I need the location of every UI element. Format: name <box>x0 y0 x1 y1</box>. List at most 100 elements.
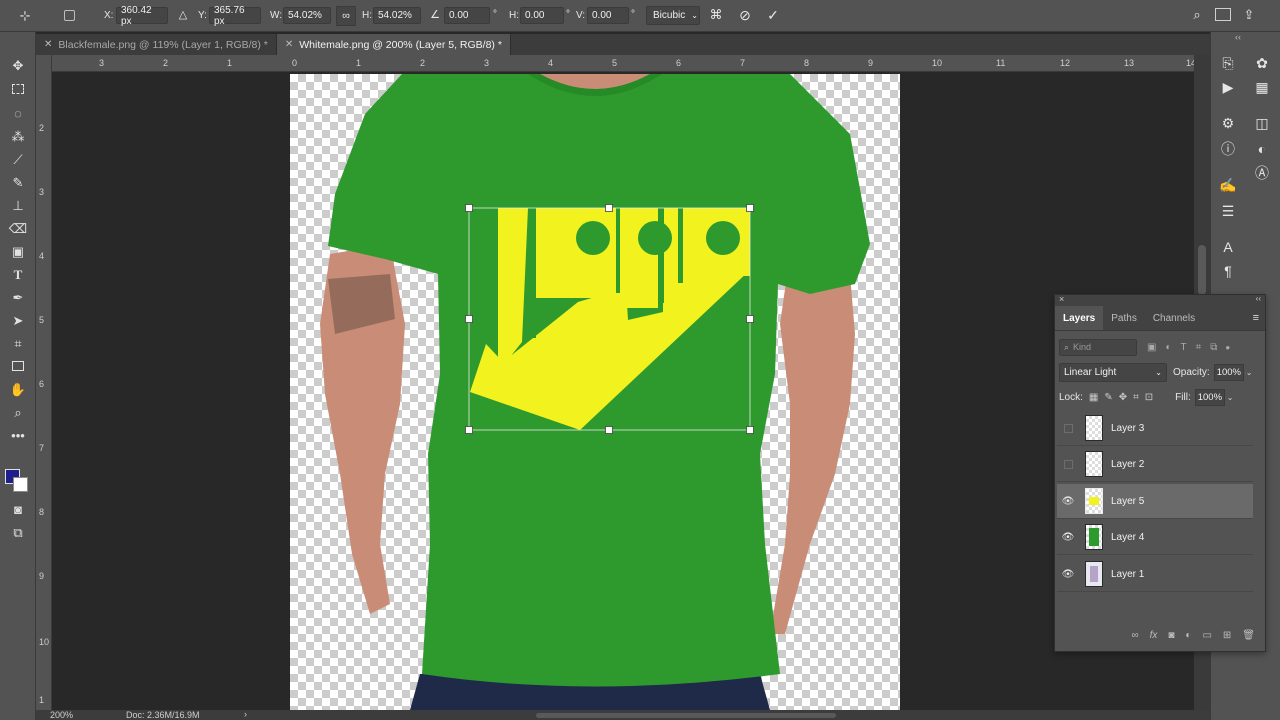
layer-name[interactable]: Layer 2 <box>1111 459 1144 470</box>
h-field[interactable]: 54.02% <box>373 7 421 24</box>
y-field[interactable]: 365.76 px <box>209 5 261 27</box>
crop-tool-icon[interactable]: ⌗ <box>8 334 28 354</box>
magic-wand-icon[interactable]: ⁂ <box>8 127 28 147</box>
link-layers-icon[interactable]: ∞ <box>1131 630 1138 641</box>
tab-layers[interactable]: Layers <box>1055 306 1104 330</box>
adjustments-icon[interactable]: ☰ <box>1217 200 1239 222</box>
eyedropper-icon[interactable]: ⟋ <box>8 150 28 170</box>
pen-tool-icon[interactable]: ✒ <box>8 288 28 308</box>
actions-icon[interactable]: ▶ <box>1217 76 1239 98</box>
info-icon[interactable]: ⓘ <box>1217 138 1239 160</box>
glyphs-icon[interactable]: Ⓐ <box>1251 162 1273 184</box>
reference-point-checkbox[interactable] <box>64 10 75 21</box>
layer-name[interactable]: Layer 1 <box>1111 569 1144 580</box>
layer-row-layer-5[interactable]: 👁 Layer 5 <box>1057 484 1253 519</box>
layer-row-layer-1[interactable]: 👁 Layer 1 <box>1057 557 1253 592</box>
background-color-swatch[interactable] <box>13 477 28 492</box>
libraries-icon[interactable]: ◫ <box>1251 112 1273 134</box>
filter-toggle-icon[interactable]: ● <box>1225 343 1230 352</box>
interpolation-dropdown[interactable]: Bicubic ⌄ <box>646 6 700 25</box>
move-tool-icon[interactable]: ✥ <box>8 56 28 76</box>
brush-tool-icon[interactable]: ✎ <box>8 173 28 193</box>
filter-smart-icon[interactable]: ⧉ <box>1210 342 1217 353</box>
search-icon[interactable]: ⌕ <box>1188 7 1206 23</box>
swatches-icon[interactable]: ▦ <box>1251 76 1273 98</box>
zoom-level[interactable]: 200% <box>50 710 73 720</box>
paragraph-icon[interactable]: ¶ <box>1217 260 1239 282</box>
share-icon[interactable]: ⇪ <box>1240 7 1258 23</box>
x-field[interactable]: 360.42 px <box>116 5 168 27</box>
tab-channels[interactable]: Channels <box>1145 306 1203 330</box>
lock-artboard-icon[interactable]: ⌗ <box>1133 392 1139 403</box>
canvas-workspace[interactable] <box>52 72 1194 710</box>
stamp-tool-icon[interactable]: ⊥ <box>8 196 28 216</box>
eraser-tool-icon[interactable]: ⌫ <box>8 219 28 239</box>
visibility-toggle[interactable]: 👁 <box>1057 520 1079 555</box>
delete-layer-icon[interactable]: 🗑 <box>1242 630 1255 641</box>
hand-tool-icon[interactable]: ✋ <box>8 380 28 400</box>
horizontal-scroll-thumb[interactable] <box>536 713 836 718</box>
filter-adjustment-icon[interactable]: ◐ <box>1165 342 1171 353</box>
layer-row-layer-2[interactable]: Layer 2 <box>1057 447 1253 482</box>
layer-row-layer-3[interactable]: Layer 3 <box>1057 411 1253 446</box>
properties-icon[interactable]: ⚙ <box>1217 112 1239 134</box>
close-panel-icon[interactable]: × <box>1059 294 1064 304</box>
visibility-toggle[interactable] <box>1057 447 1079 482</box>
add-mask-icon[interactable]: ◙ <box>1168 630 1174 641</box>
workspace-icon[interactable] <box>1215 8 1231 21</box>
w-field[interactable]: 54.02% <box>283 7 331 24</box>
styles-icon[interactable]: ◐ <box>1251 138 1273 160</box>
status-arrow-icon[interactable]: › <box>244 709 247 719</box>
transform-icon[interactable]: ⊹ <box>16 8 34 24</box>
more-tools-icon[interactable]: ••• <box>8 426 28 446</box>
scroll-thumb[interactable] <box>1198 245 1206 295</box>
tab-blackfemale[interactable]: ✕ Blackfemale.png @ 119% (Layer 1, RGB/8… <box>36 34 277 55</box>
document-canvas[interactable] <box>290 74 900 710</box>
fill-field[interactable]: 100% <box>1194 388 1225 406</box>
commit-transform-icon[interactable]: ✓ <box>764 7 782 24</box>
angle-field[interactable]: 0.00 <box>444 7 490 24</box>
lock-pixels-icon[interactable]: ✎ <box>1104 392 1112 403</box>
fx-icon[interactable]: fx <box>1150 630 1158 641</box>
quick-mask-icon[interactable]: ◙ <box>8 500 28 520</box>
warp-icon[interactable]: ⌘ <box>707 7 725 23</box>
tab-whitemale[interactable]: ✕ Whitemale.png @ 200% (Layer 5, RGB/8) … <box>276 34 511 55</box>
vskew-field[interactable]: 0.00 <box>587 7 629 24</box>
color-icon[interactable]: ✿ <box>1251 52 1273 74</box>
visibility-toggle[interactable]: 👁 <box>1057 557 1079 592</box>
filter-type-icon[interactable]: T <box>1181 342 1187 353</box>
lock-all-icon[interactable]: ⊡ <box>1145 392 1153 403</box>
panel-menu-icon[interactable]: ≡ <box>1253 312 1259 324</box>
new-group-icon[interactable]: ▭ <box>1202 630 1211 641</box>
collapse-panel-icon[interactable]: ‹‹ <box>1256 294 1261 303</box>
blend-mode-dropdown[interactable]: Linear Light ⌄ <box>1059 362 1167 382</box>
close-icon[interactable]: ✕ <box>44 39 52 50</box>
layer-name[interactable]: Layer 4 <box>1111 532 1144 543</box>
close-icon[interactable]: ✕ <box>285 39 293 50</box>
kind-filter[interactable]: ⌕ Kind <box>1059 338 1137 356</box>
screen-mode-icon[interactable]: ⧉ <box>8 523 28 543</box>
lock-position-icon[interactable]: ✥ <box>1119 392 1127 403</box>
cancel-transform-icon[interactable]: ⊘ <box>736 7 754 24</box>
brush-settings-icon[interactable]: ✍ <box>1217 174 1239 196</box>
character-icon[interactable]: A <box>1217 236 1239 258</box>
link-icon[interactable]: ∞ <box>336 6 356 26</box>
hskew-field[interactable]: 0.00 <box>520 7 564 24</box>
tab-paths[interactable]: Paths <box>1103 306 1145 330</box>
visibility-toggle[interactable]: 👁 <box>1057 484 1079 519</box>
adjustment-layer-icon[interactable]: ◐ <box>1185 630 1191 641</box>
type-tool-icon[interactable]: T <box>8 265 28 285</box>
new-layer-icon[interactable]: ⊞ <box>1223 630 1231 641</box>
rectangle-tool-icon[interactable] <box>8 357 28 377</box>
layer-name[interactable]: Layer 5 <box>1111 496 1144 507</box>
chevron-down-icon[interactable]: ⌄ <box>1246 368 1253 377</box>
zoom-tool-icon[interactable]: ⌕ <box>8 403 28 423</box>
path-selection-icon[interactable]: ➤ <box>8 311 28 331</box>
opacity-field[interactable]: 100% <box>1213 363 1244 381</box>
gradient-tool-icon[interactable]: ▣ <box>8 242 28 262</box>
collapse-icon[interactable]: ‹‹ <box>1235 32 1241 42</box>
history-icon[interactable]: ⎘ <box>1217 52 1239 74</box>
marquee-tool-icon[interactable] <box>8 80 28 100</box>
chevron-down-icon[interactable]: ⌄ <box>1227 393 1234 402</box>
filter-pixel-icon[interactable]: ▣ <box>1147 342 1156 353</box>
